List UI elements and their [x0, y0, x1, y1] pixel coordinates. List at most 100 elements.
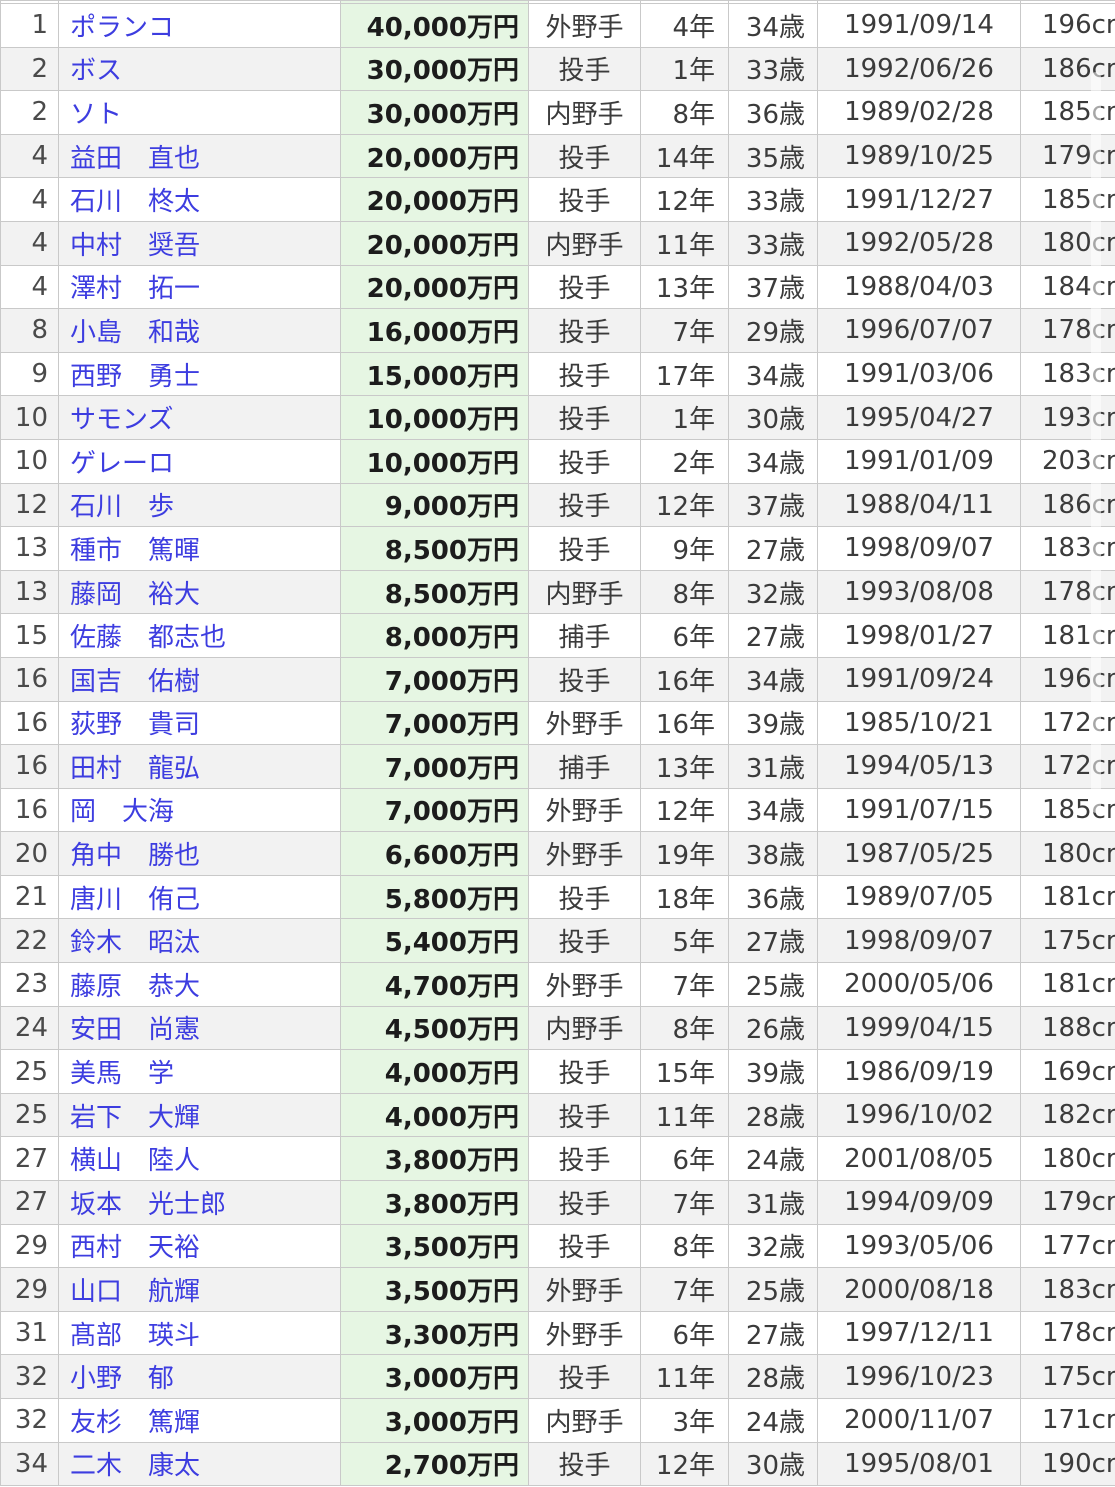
- salary-cell: 4,000万円: [341, 1093, 529, 1137]
- player-name-link[interactable]: 西野 勇士: [70, 362, 200, 392]
- player-name-link[interactable]: 岡 大海: [70, 797, 174, 827]
- position-cell: 投手: [529, 309, 641, 353]
- birthdate-cell: 1995/04/27: [818, 396, 1021, 440]
- player-name-link[interactable]: 西村 天裕: [70, 1233, 200, 1263]
- player-name-cell: 横山 陸人: [59, 1137, 341, 1181]
- age-cell: 24歳: [729, 1137, 818, 1181]
- player-name-link[interactable]: 安田 尚憲: [70, 1015, 200, 1045]
- years-cell: 4年: [641, 4, 729, 48]
- table-row: 16 国吉 佑樹 7,000万円 投手 16年 34歳 1991/09/24 1…: [1, 657, 1115, 701]
- height-cell: 183cm: [1021, 1268, 1115, 1312]
- scrollbar-thumb[interactable]: [1091, 72, 1101, 813]
- table-row: 8 小島 和哉 16,000万円 投手 7年 29歳 1996/07/07 17…: [1, 309, 1115, 353]
- table-row: 31 髙部 瑛斗 3,300万円 外野手 6年 27歳 1997/12/11 1…: [1, 1311, 1115, 1355]
- years-cell: 11年: [641, 1355, 729, 1399]
- player-name-link[interactable]: 佐藤 都志也: [70, 623, 226, 653]
- player-name-link[interactable]: 田村 龍弘: [70, 754, 200, 784]
- rank-cell: 32: [1, 1399, 59, 1443]
- player-name-link[interactable]: 国吉 佑樹: [70, 667, 200, 697]
- table-row: 25 美馬 学 4,000万円 投手 15年 39歳 1986/09/19 16…: [1, 1050, 1115, 1094]
- player-name-link[interactable]: 鈴木 昭汰: [70, 928, 200, 958]
- age-cell: 34歳: [729, 788, 818, 832]
- player-name-link[interactable]: 坂本 光士郎: [70, 1190, 226, 1220]
- age-cell: 27歳: [729, 919, 818, 963]
- birthdate-cell: 1988/04/03: [818, 265, 1021, 309]
- rank-cell: 24: [1, 1006, 59, 1050]
- player-name-cell: 藤岡 裕大: [59, 570, 341, 614]
- position-cell: 投手: [529, 352, 641, 396]
- salary-cell: 30,000万円: [341, 91, 529, 135]
- player-name-link[interactable]: 二木 康太: [70, 1451, 200, 1481]
- salary-cell: 7,000万円: [341, 745, 529, 789]
- player-name-link[interactable]: 益田 直也: [70, 144, 200, 174]
- player-name-link[interactable]: 岩下 大輝: [70, 1103, 200, 1133]
- height-cell: 180cm: [1021, 1137, 1115, 1181]
- years-cell: 1年: [641, 396, 729, 440]
- rank-cell: 1: [1, 4, 59, 48]
- age-cell: 32歳: [729, 1224, 818, 1268]
- rank-cell: 10: [1, 439, 59, 483]
- player-name-link[interactable]: 唐川 侑己: [70, 885, 200, 915]
- position-cell: 外野手: [529, 701, 641, 745]
- player-name-link[interactable]: 横山 陸人: [70, 1146, 200, 1176]
- player-name-cell: 美馬 学: [59, 1050, 341, 1094]
- player-name-link[interactable]: 石川 柊太: [70, 187, 200, 217]
- rank-cell: 31: [1, 1311, 59, 1355]
- age-cell: 34歳: [729, 4, 818, 48]
- player-name-link[interactable]: 種市 篤暉: [70, 536, 200, 566]
- player-name-link[interactable]: 中村 奨吾: [70, 231, 200, 261]
- table-row: 10 サモンズ 10,000万円 投手 1年 30歳 1995/04/27 19…: [1, 396, 1115, 440]
- player-name-cell: 荻野 貴司: [59, 701, 341, 745]
- player-name-cell: 中村 奨吾: [59, 221, 341, 265]
- birthdate-cell: 1991/07/15: [818, 788, 1021, 832]
- birthdate-cell: 1992/06/26: [818, 47, 1021, 91]
- player-name-cell: 岩下 大輝: [59, 1093, 341, 1137]
- salary-cell: 20,000万円: [341, 178, 529, 222]
- salary-cell: 7,000万円: [341, 701, 529, 745]
- position-cell: 内野手: [529, 91, 641, 135]
- years-cell: 6年: [641, 1311, 729, 1355]
- position-cell: 投手: [529, 47, 641, 91]
- player-name-link[interactable]: 藤原 恭大: [70, 972, 200, 1002]
- player-name-link[interactable]: 澤村 拓一: [70, 274, 200, 304]
- rank-cell: 34: [1, 1442, 59, 1486]
- player-name-link[interactable]: ボス: [70, 56, 122, 86]
- player-name-link[interactable]: 髙部 瑛斗: [70, 1321, 200, 1351]
- age-cell: 35歳: [729, 134, 818, 178]
- player-name-link[interactable]: サモンズ: [70, 405, 173, 435]
- player-name-cell: 友杉 篤輝: [59, 1399, 341, 1443]
- player-name-link[interactable]: 石川 歩: [70, 492, 174, 522]
- years-cell: 7年: [641, 309, 729, 353]
- salary-cell: 8,000万円: [341, 614, 529, 658]
- age-cell: 36歳: [729, 91, 818, 135]
- position-cell: 内野手: [529, 570, 641, 614]
- position-cell: 外野手: [529, 4, 641, 48]
- years-cell: 19年: [641, 832, 729, 876]
- age-cell: 33歳: [729, 47, 818, 91]
- table-row: 27 坂本 光士郎 3,800万円 投手 7年 31歳 1994/09/09 1…: [1, 1181, 1115, 1225]
- player-name-link[interactable]: 美馬 学: [70, 1059, 174, 1089]
- player-name-link[interactable]: ソト: [70, 100, 122, 130]
- player-name-link[interactable]: 小野 郁: [70, 1364, 174, 1394]
- birthdate-cell: 1991/12/27: [818, 178, 1021, 222]
- rank-cell: 4: [1, 134, 59, 178]
- player-name-link[interactable]: 小島 和哉: [70, 318, 200, 348]
- player-name-link[interactable]: 友杉 篤輝: [70, 1408, 200, 1438]
- birthdate-cell: 1991/01/09: [818, 439, 1021, 483]
- player-name-link[interactable]: 角中 勝也: [70, 841, 200, 871]
- height-cell: 182cm: [1021, 1093, 1115, 1137]
- player-name-link[interactable]: 山口 航輝: [70, 1277, 200, 1307]
- player-name-cell: 佐藤 都志也: [59, 614, 341, 658]
- player-name-link[interactable]: ゲレーロ: [70, 449, 174, 479]
- rank-cell: 4: [1, 265, 59, 309]
- height-cell: 196cm: [1021, 4, 1115, 48]
- position-cell: 捕手: [529, 745, 641, 789]
- player-name-link[interactable]: 藤岡 裕大: [70, 580, 200, 610]
- rank-cell: 15: [1, 614, 59, 658]
- player-name-link[interactable]: 荻野 貴司: [70, 710, 200, 740]
- age-cell: 36歳: [729, 875, 818, 919]
- rank-cell: 2: [1, 47, 59, 91]
- age-cell: 32歳: [729, 570, 818, 614]
- player-name-link[interactable]: ポランコ: [70, 13, 174, 43]
- height-cell: 175cm: [1021, 1355, 1115, 1399]
